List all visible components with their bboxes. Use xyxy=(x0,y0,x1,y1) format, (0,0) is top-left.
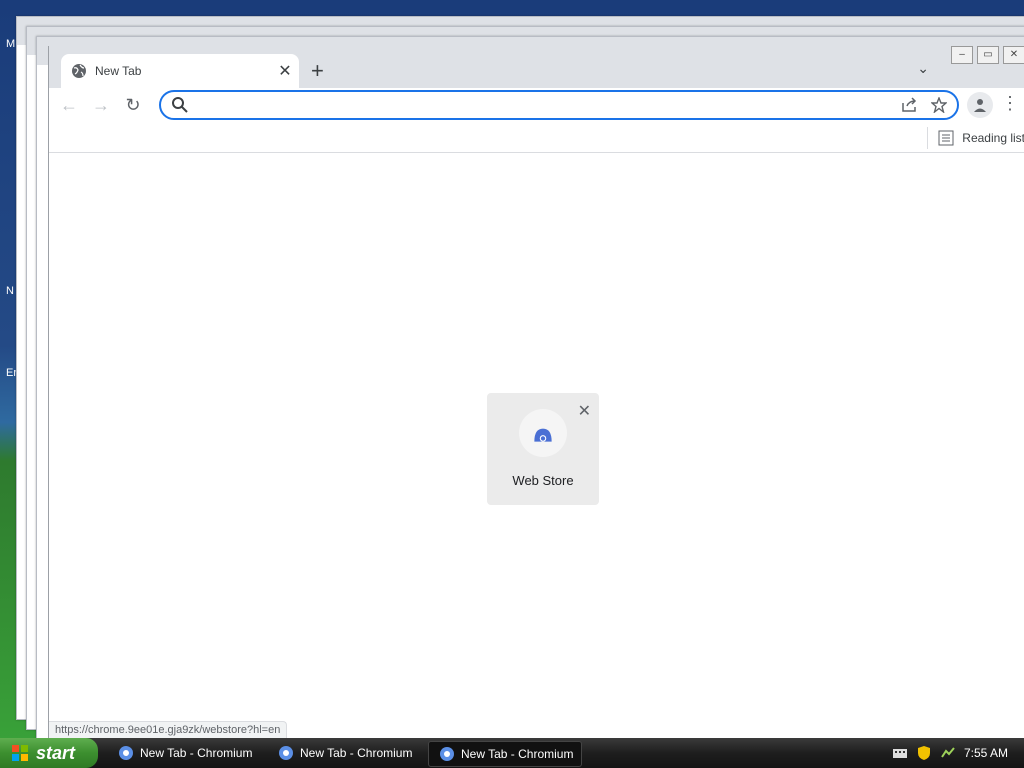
clock: 7:55 AM xyxy=(963,746,1008,760)
tile-close-icon[interactable]: ✕ xyxy=(578,401,591,421)
start-button[interactable]: start xyxy=(0,738,98,768)
tab-search-chevron-down-icon[interactable]: ⌄ xyxy=(917,60,929,77)
chromium-icon xyxy=(279,746,293,760)
share-icon[interactable] xyxy=(899,95,919,115)
search-icon xyxy=(172,97,188,113)
shortcut-tile-web-store[interactable]: ✕ Web Store xyxy=(487,393,599,505)
taskbar-button-chromium[interactable]: New Tab - Chromium xyxy=(108,741,260,765)
taskbar: start New Tab - Chromium New Tab - Chrom… xyxy=(0,738,1024,768)
new-tab-page: ✕ Web Store https://chrome.9ee01e.gja9zk… xyxy=(49,158,1024,738)
address-input[interactable] xyxy=(195,96,899,114)
tab-title: New Tab xyxy=(95,64,142,78)
taskbar-button-chromium[interactable]: New Tab - Chromium xyxy=(268,741,420,765)
taskbar-button-label: New Tab - Chromium xyxy=(461,747,574,761)
system-tray: 7:55 AM xyxy=(884,738,1024,768)
tab-close-icon[interactable]: ✕ xyxy=(271,61,299,81)
omnibox[interactable] xyxy=(159,90,959,120)
reading-list-label: Reading list xyxy=(962,131,1024,145)
shortcut-label: Web Store xyxy=(512,473,574,488)
tabstrip: New Tab ✕ + ⌄ – ▭ ✕ xyxy=(49,46,1024,88)
start-label: start xyxy=(36,742,76,763)
browser-window: New Tab ✕ + ⌄ – ▭ ✕ ← → ↻ ⋮ Reading list… xyxy=(48,46,1024,738)
toolbar: ← → ↻ ⋮ xyxy=(49,88,1024,122)
taskbar-button-chromium-active[interactable]: New Tab - Chromium xyxy=(428,741,582,767)
reload-icon[interactable]: ↻ xyxy=(121,93,145,117)
minimize-button[interactable]: – xyxy=(951,46,973,64)
window-controls: – ▭ ✕ xyxy=(947,46,1024,64)
security-shield-icon[interactable] xyxy=(916,745,932,761)
keyboard-icon[interactable] xyxy=(892,745,908,761)
windows-flag-icon xyxy=(12,745,28,761)
web-store-icon xyxy=(519,409,567,457)
maximize-button[interactable]: ▭ xyxy=(977,46,999,64)
back-arrow-icon[interactable]: ← xyxy=(57,93,81,117)
reading-list-icon xyxy=(938,130,954,146)
forward-arrow-icon[interactable]: → xyxy=(89,93,113,117)
globe-icon xyxy=(72,64,86,78)
taskbar-button-label: New Tab - Chromium xyxy=(300,746,413,760)
chromium-icon xyxy=(440,747,454,761)
new-tab-button[interactable]: + xyxy=(311,60,324,82)
status-bubble-url: https://chrome.9ee01e.gja9zk/webstore?hl… xyxy=(49,721,288,738)
tab-new-tab[interactable]: New Tab ✕ xyxy=(61,54,299,88)
bookmark-star-icon[interactable] xyxy=(929,95,949,115)
profile-avatar-icon[interactable] xyxy=(967,92,993,118)
taskbar-button-label: New Tab - Chromium xyxy=(140,746,253,760)
menu-kebab-icon[interactable]: ⋮ xyxy=(1001,94,1019,112)
bookmarks-bar: Reading list xyxy=(49,122,1024,153)
desktop-icon-label[interactable]: N xyxy=(6,285,14,297)
reading-list-button[interactable]: Reading list xyxy=(927,127,1024,149)
desktop-icon-label[interactable]: M xyxy=(6,38,15,50)
close-window-button[interactable]: ✕ xyxy=(1003,46,1024,64)
network-icon[interactable] xyxy=(940,745,956,761)
chromium-icon xyxy=(119,746,133,760)
